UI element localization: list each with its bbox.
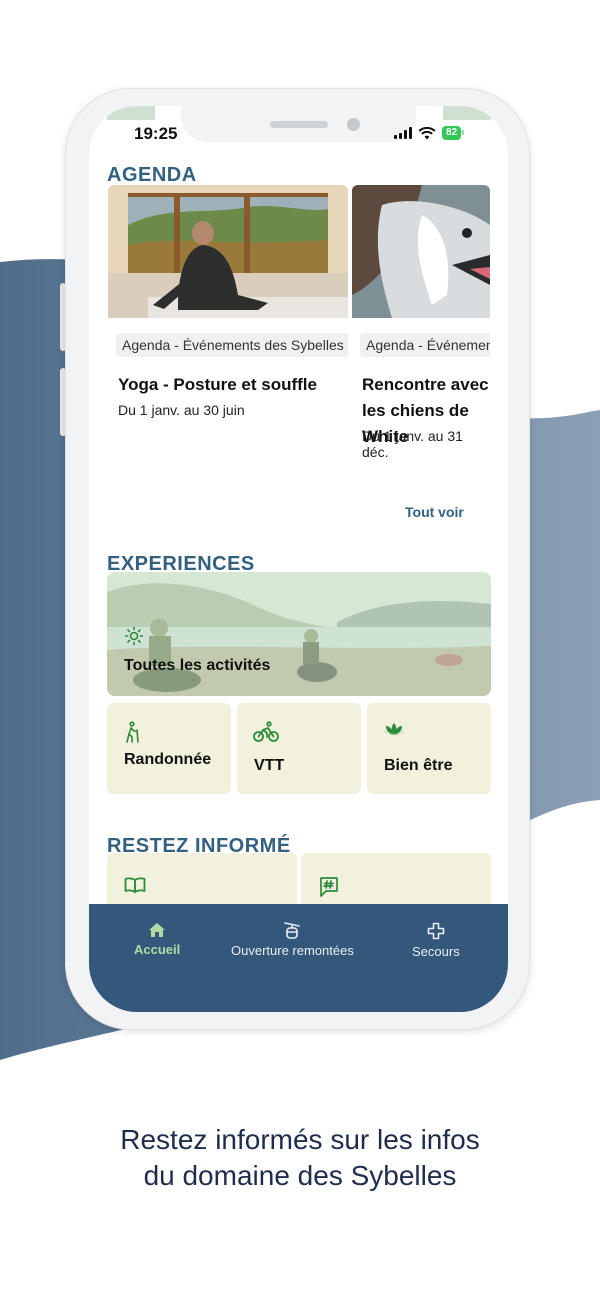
tab-ouverture-remontees[interactable]: Ouverture remontées (231, 922, 354, 958)
sun-icon (124, 626, 144, 646)
card-category-tag: Agenda - Événements des Sybelles (116, 333, 348, 357)
tab-accueil[interactable]: Accueil (134, 922, 180, 957)
gondola-icon (284, 922, 301, 939)
cross-icon (427, 922, 445, 940)
see-all-link[interactable]: Tout voir (405, 504, 464, 520)
all-activities-card[interactable]: Toutes les activités (107, 572, 491, 696)
phone-notch (181, 106, 416, 142)
book-icon (124, 877, 146, 893)
map-strip-right (443, 106, 491, 120)
caption-line-1: Restez informés sur les infos (120, 1124, 480, 1155)
card-date: Du 1 janv. au 31 déc. (362, 428, 463, 460)
tab-secours[interactable]: Secours (412, 922, 460, 959)
tile-label: Randonnée (124, 751, 212, 768)
phone-screen: 19:25 82 AGENDA Agenda - Événements des … (89, 106, 508, 1012)
promo-caption: Restez informés sur les infos du domaine… (0, 1122, 600, 1194)
wifi-icon (418, 126, 436, 139)
speaker-grille (270, 121, 328, 128)
tab-label: Ouverture remontées (231, 943, 354, 958)
tile-bien-etre[interactable]: Bien être (367, 703, 491, 794)
bottom-tab-bar: Accueil Ouverture remontées Secours (89, 904, 508, 1012)
tab-label: Accueil (134, 942, 181, 957)
tile-label: VTT (254, 757, 285, 774)
yoga-photo (108, 185, 348, 318)
tab-label: Secours (412, 944, 460, 959)
card-date: Du 1 janv. au 30 juin (118, 402, 245, 418)
all-activities-label: Toutes les activités (124, 657, 271, 674)
tile-vtt[interactable]: VTT (237, 703, 361, 794)
signal-icon (394, 127, 412, 139)
status-icons: 82 (394, 126, 465, 140)
lotus-icon (383, 723, 405, 735)
husky-photo (352, 185, 490, 318)
status-time: 19:25 (134, 124, 178, 143)
agenda-section-title: AGENDA (107, 164, 197, 186)
phone-frame: 19:25 82 AGENDA Agenda - Événements des … (65, 88, 530, 1030)
hero-tint (107, 572, 491, 696)
tile-label: Bien être (384, 757, 453, 774)
hiking-icon (126, 721, 139, 743)
caption-line-2: du domaine des Sybelles (143, 1160, 457, 1191)
front-camera (347, 118, 360, 131)
agenda-card[interactable]: Agenda - Événements des Sybelles Rencont… (352, 185, 490, 470)
agenda-card[interactable]: Agenda - Événements des Sybelles Yoga - … (108, 185, 348, 470)
bike-icon (253, 721, 279, 742)
hashtag-icon (320, 877, 338, 897)
home-icon (149, 923, 166, 937)
card-title: Yoga - Posture et souffle (118, 375, 317, 394)
battery-icon: 82 (442, 126, 465, 140)
card-category-tag: Agenda - Événements des Sybelles (360, 333, 490, 357)
map-strip-left (107, 106, 155, 120)
tile-randonnee[interactable]: Randonnée (107, 703, 231, 794)
